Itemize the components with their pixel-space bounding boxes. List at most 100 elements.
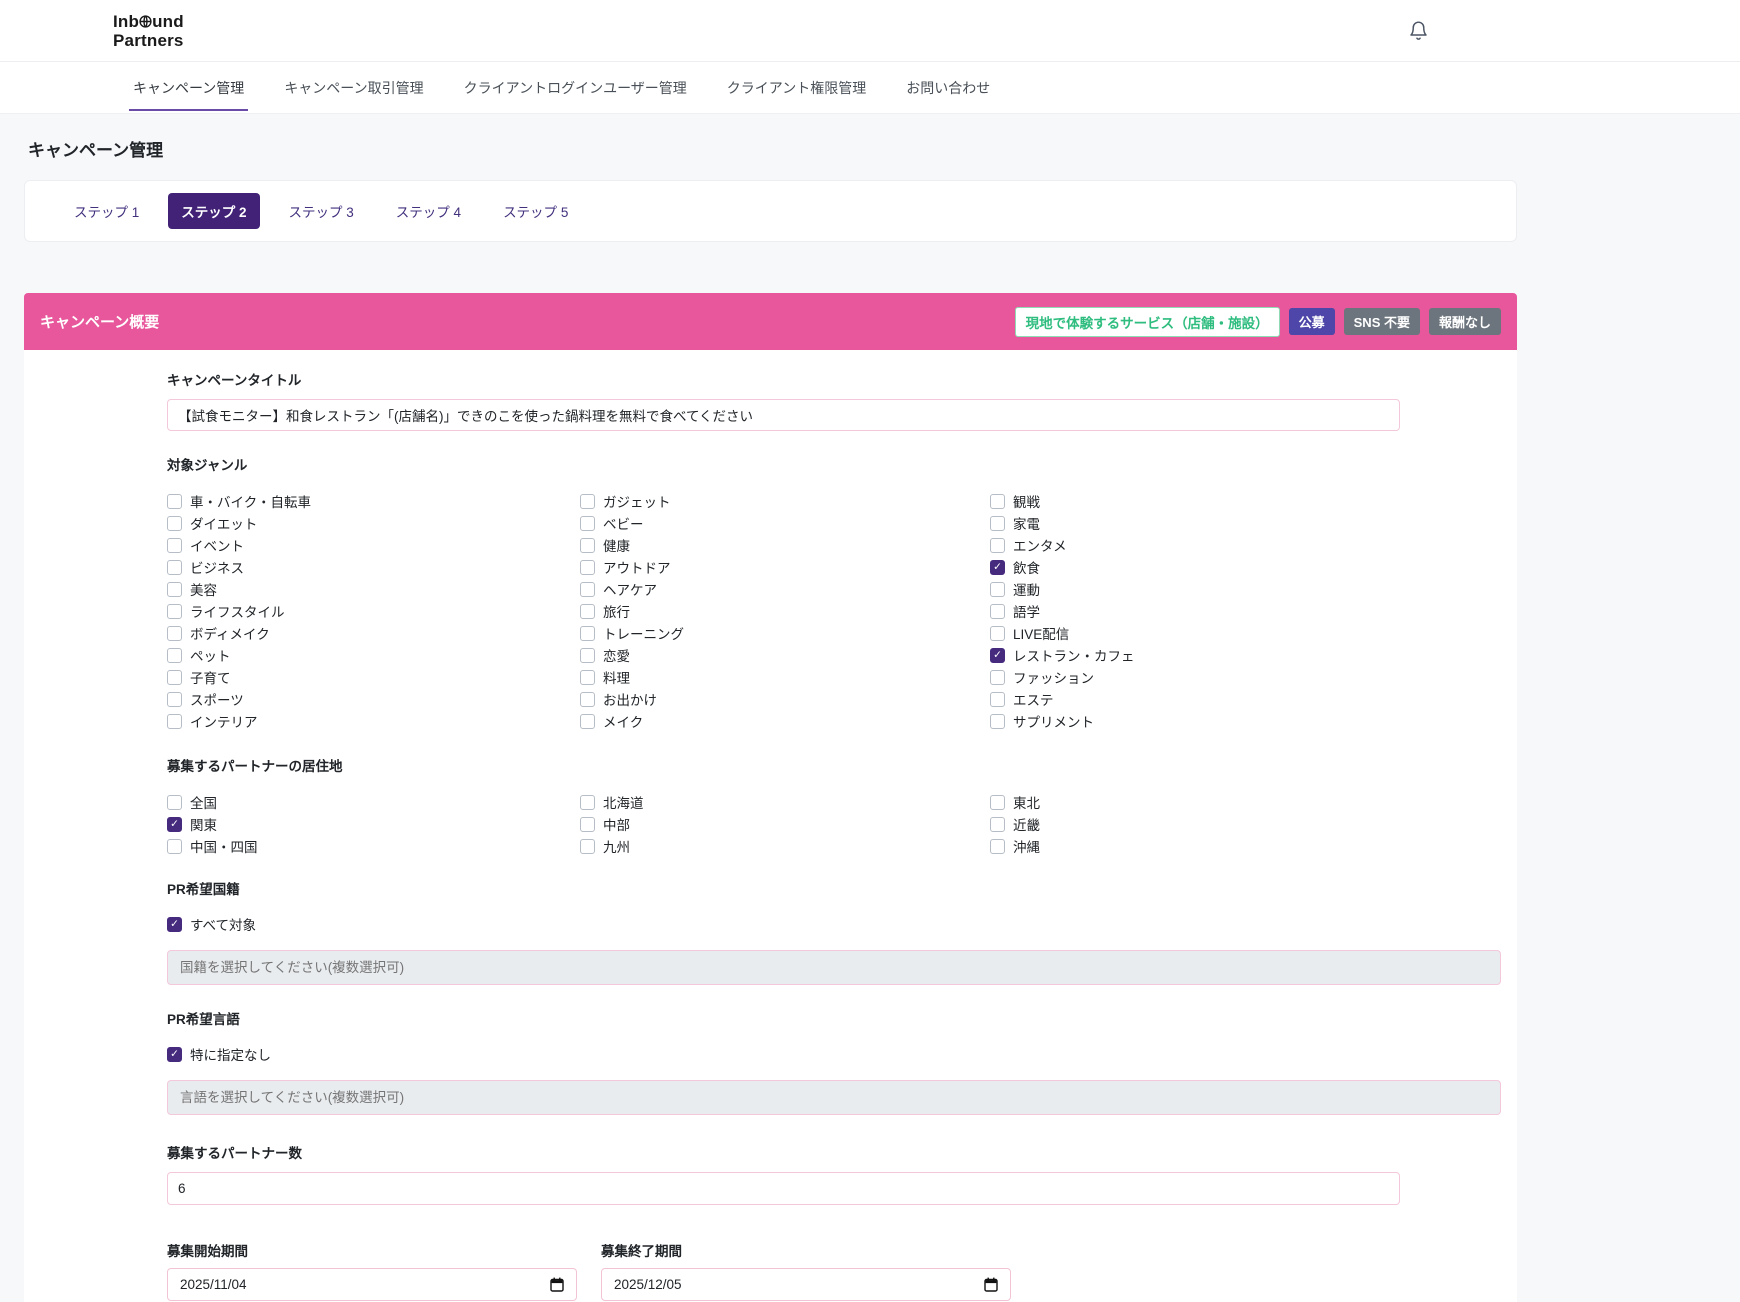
checkbox-icon bbox=[990, 516, 1005, 531]
genre-checkbox[interactable]: インテリア bbox=[167, 710, 580, 732]
steps-card: ステップ 1 ステップ 2 ステップ 3 ステップ 4 ステップ 5 bbox=[24, 180, 1517, 242]
region-checkbox[interactable]: 沖縄 bbox=[990, 835, 1040, 857]
campaign-title-input[interactable] bbox=[167, 399, 1400, 431]
genre-checkbox[interactable]: エンタメ bbox=[990, 534, 1135, 556]
checkbox-icon bbox=[167, 692, 182, 707]
logo-line1: Inbund bbox=[113, 13, 184, 32]
genre-checkbox[interactable]: アウトドア bbox=[580, 556, 990, 578]
genre-checkbox[interactable]: ダイエット bbox=[167, 512, 580, 534]
nav-tab[interactable]: お問い合わせ bbox=[906, 62, 990, 114]
genre-checkbox[interactable]: ビジネス bbox=[167, 556, 580, 578]
campaign-title-label: キャンペーンタイトル bbox=[167, 372, 1501, 389]
nav-tab[interactable]: キャンペーン取引管理 bbox=[284, 62, 423, 114]
end-date-input[interactable]: 2025/12/05 bbox=[601, 1268, 1011, 1301]
genre-checkbox[interactable]: 家電 bbox=[990, 512, 1135, 534]
region-checkbox[interactable]: 中部 bbox=[580, 813, 990, 835]
checkbox-icon bbox=[580, 516, 595, 531]
checkbox-icon bbox=[580, 839, 595, 854]
step-button[interactable]: ステップ 5 bbox=[490, 193, 581, 229]
checkbox-icon bbox=[580, 648, 595, 663]
logo[interactable]: Inbund Partners bbox=[113, 13, 184, 50]
genre-checkbox[interactable]: 観戦 bbox=[990, 490, 1135, 512]
checkbox-label: エンタメ bbox=[1013, 535, 1067, 555]
checkbox-label: 関東 bbox=[190, 814, 217, 834]
genre-checkbox[interactable]: 健康 bbox=[580, 534, 990, 556]
genre-checkbox[interactable]: スポーツ bbox=[167, 688, 580, 710]
genre-checkbox[interactable]: イベント bbox=[167, 534, 580, 556]
checkbox-icon bbox=[990, 692, 1005, 707]
step-button[interactable]: ステップ 4 bbox=[383, 193, 474, 229]
checkbox-checked-icon: ✓ bbox=[990, 560, 1005, 575]
checkbox-label: 中国・四国 bbox=[190, 836, 258, 856]
genre-checkbox[interactable]: 旅行 bbox=[580, 600, 990, 622]
nav-tab[interactable]: クライアントログインユーザー管理 bbox=[464, 62, 687, 114]
genre-checkbox[interactable]: 子育て bbox=[167, 666, 580, 688]
checkbox-icon bbox=[167, 626, 182, 641]
checkbox-icon bbox=[990, 626, 1005, 641]
step-button[interactable]: ステップ 3 bbox=[276, 193, 367, 229]
region-checkbox[interactable]: 北海道 bbox=[580, 791, 990, 813]
checkbox-label: 健康 bbox=[603, 535, 630, 555]
checkbox-icon bbox=[580, 795, 595, 810]
genre-checkbox[interactable]: ライフスタイル bbox=[167, 600, 580, 622]
step-button[interactable]: ステップ 2 bbox=[168, 193, 259, 229]
genre-checkbox[interactable]: 語学 bbox=[990, 600, 1135, 622]
nav-tab[interactable]: キャンペーン管理 bbox=[133, 62, 244, 114]
genre-checkbox[interactable]: トレーニング bbox=[580, 622, 990, 644]
genre-checkbox[interactable]: ✓飲食 bbox=[990, 556, 1135, 578]
checkbox-label: 子育て bbox=[190, 667, 231, 687]
genre-checkbox[interactable]: 恋愛 bbox=[580, 644, 990, 666]
checkbox-icon bbox=[990, 817, 1005, 832]
checkbox-icon bbox=[990, 839, 1005, 854]
checkbox-icon bbox=[167, 670, 182, 685]
date-row: 募集開始期間 2025/11/04 募集終了期間 2025/12/05 bbox=[167, 1243, 1501, 1301]
region-label: 募集するパートナーの居住地 bbox=[167, 758, 1501, 775]
badges-row: 現地で体験するサービス（店舗・施設）公募SNS 不要報酬なし bbox=[1015, 307, 1501, 337]
language-label: PR希望言語 bbox=[167, 1011, 1501, 1028]
checkbox-label: LIVE配信 bbox=[1013, 623, 1069, 643]
genre-checkbox[interactable]: LIVE配信 bbox=[990, 622, 1135, 644]
genre-checkbox[interactable]: ヘアケア bbox=[580, 578, 990, 600]
genre-checkbox[interactable]: ガジェット bbox=[580, 490, 990, 512]
partner-count-input[interactable] bbox=[167, 1172, 1400, 1205]
genre-checkbox[interactable]: 料理 bbox=[580, 666, 990, 688]
region-checkbox[interactable]: 全国 bbox=[167, 791, 580, 813]
nav-tab[interactable]: クライアント権限管理 bbox=[727, 62, 866, 114]
region-checkbox[interactable]: 近畿 bbox=[990, 813, 1040, 835]
genre-checkbox[interactable]: ファッション bbox=[990, 666, 1135, 688]
genre-checkbox[interactable]: サプリメント bbox=[990, 710, 1135, 732]
genre-checkbox[interactable]: お出かけ bbox=[580, 688, 990, 710]
genre-checkbox[interactable]: メイク bbox=[580, 710, 990, 732]
checkbox-icon bbox=[580, 560, 595, 575]
start-date-input[interactable]: 2025/11/04 bbox=[167, 1268, 577, 1301]
checkbox-label: お出かけ bbox=[603, 689, 657, 709]
status-badge: SNS 不要 bbox=[1344, 308, 1420, 335]
checkbox-label: すべて対象 bbox=[190, 914, 256, 934]
calendar-icon[interactable] bbox=[984, 1277, 998, 1292]
notification-bell-icon[interactable] bbox=[1408, 19, 1429, 45]
region-checkbox[interactable]: 九州 bbox=[580, 835, 990, 857]
genre-checkbox[interactable]: 美容 bbox=[167, 578, 580, 600]
region-checkbox[interactable]: 東北 bbox=[990, 791, 1040, 813]
genre-checkbox[interactable]: 車・バイク・自転車 bbox=[167, 490, 580, 512]
genre-column: 観戦家電エンタメ✓飲食運動語学LIVE配信✓レストラン・カフェファッションエステ… bbox=[990, 490, 1135, 732]
checkbox-icon bbox=[990, 795, 1005, 810]
region-checkbox-grid: 全国✓関東中国・四国 北海道中部九州 東北近畿沖縄 bbox=[167, 791, 1501, 857]
genre-checkbox[interactable]: ✓レストラン・カフェ bbox=[990, 644, 1135, 666]
region-checkbox[interactable]: ✓関東 bbox=[167, 813, 580, 835]
checkbox-icon bbox=[167, 648, 182, 663]
section-title: キャンペーン概要 bbox=[40, 311, 159, 332]
calendar-icon[interactable] bbox=[550, 1277, 564, 1292]
genre-checkbox[interactable]: 運動 bbox=[990, 578, 1135, 600]
genre-checkbox[interactable]: ペット bbox=[167, 644, 580, 666]
checkbox-label: 東北 bbox=[1013, 792, 1040, 812]
checkbox-label: ファッション bbox=[1013, 667, 1094, 687]
nationality-all-checkbox[interactable]: ✓ すべて対象 bbox=[167, 914, 1501, 934]
genre-checkbox[interactable]: ベビー bbox=[580, 512, 990, 534]
genre-checkbox[interactable]: ボディメイク bbox=[167, 622, 580, 644]
language-none-checkbox[interactable]: ✓ 特に指定なし bbox=[167, 1044, 1501, 1064]
partner-count-label: 募集するパートナー数 bbox=[167, 1145, 1501, 1162]
region-checkbox[interactable]: 中国・四国 bbox=[167, 835, 580, 857]
genre-checkbox[interactable]: エステ bbox=[990, 688, 1135, 710]
step-button[interactable]: ステップ 1 bbox=[61, 193, 152, 229]
